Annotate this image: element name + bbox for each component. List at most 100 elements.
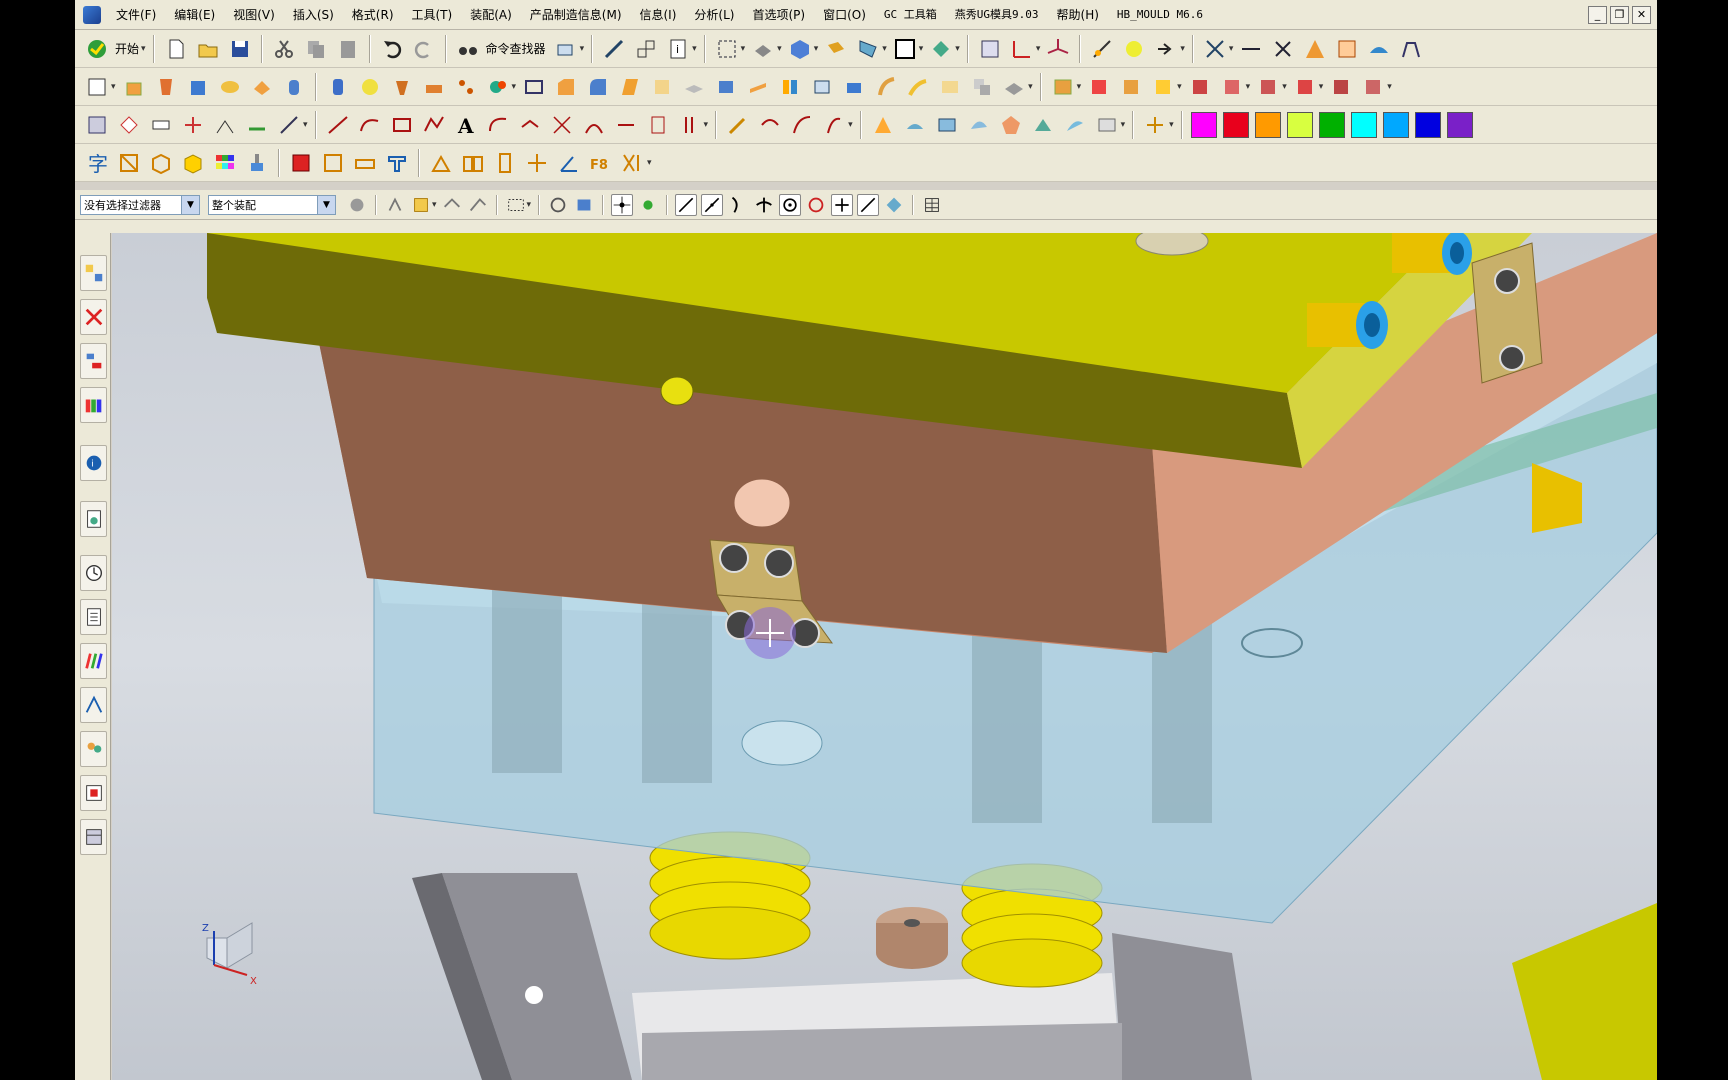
- start-button[interactable]: 开始: [115, 40, 139, 57]
- selection-scope-select[interactable]: 整个装配 ▼: [208, 194, 336, 215]
- boss-icon[interactable]: [248, 73, 276, 101]
- snap-control-point-icon[interactable]: [727, 194, 749, 216]
- selection-face-icon[interactable]: [384, 194, 406, 216]
- grid-color-icon[interactable]: [211, 149, 239, 177]
- cube-view-icon[interactable]: [552, 35, 580, 63]
- mold-base-icon[interactable]: [287, 149, 315, 177]
- block-icon[interactable]: [184, 73, 212, 101]
- linked-body-icon[interactable]: [968, 73, 996, 101]
- pattern-icon[interactable]: [452, 73, 480, 101]
- surface-icon[interactable]: [1365, 35, 1393, 63]
- color-swatch-blue[interactable]: [1414, 111, 1441, 138]
- cylinder-solid-icon[interactable]: [324, 73, 352, 101]
- minimize-button[interactable]: _: [1588, 6, 1607, 24]
- text-glyph-icon[interactable]: 字: [83, 149, 111, 177]
- pad-icon[interactable]: [420, 73, 448, 101]
- selection-body-icon[interactable]: [410, 194, 432, 216]
- start-icon[interactable]: [83, 35, 111, 63]
- menu-edit[interactable]: 编辑(E): [165, 0, 224, 30]
- polyline-icon[interactable]: [420, 111, 448, 139]
- color-swatch-red[interactable]: [1222, 111, 1249, 138]
- pocket-icon[interactable]: [388, 73, 416, 101]
- rectangle-select-icon[interactable]: [505, 194, 527, 216]
- point-icon[interactable]: [1201, 35, 1229, 63]
- snap-end-point-icon[interactable]: [675, 193, 698, 216]
- dimension-icon[interactable]: [1237, 35, 1265, 63]
- layer-icon[interactable]: [976, 35, 1004, 63]
- hole-icon[interactable]: [216, 73, 244, 101]
- studio-surface-icon[interactable]: [1029, 111, 1057, 139]
- analysis-icon[interactable]: [1120, 35, 1148, 63]
- ruled-surface-icon[interactable]: [869, 111, 897, 139]
- color-swatch-purple[interactable]: [1446, 111, 1473, 138]
- arc-icon[interactable]: [356, 111, 384, 139]
- line-icon[interactable]: [324, 111, 352, 139]
- part-navigator-tab[interactable]: [80, 343, 107, 379]
- snap-icon[interactable]: [600, 35, 628, 63]
- mold-tool-1-icon[interactable]: [1049, 73, 1077, 101]
- section-view-icon[interactable]: [854, 35, 882, 63]
- measure-icon[interactable]: [1088, 35, 1116, 63]
- menu-format[interactable]: 格式(R): [343, 0, 403, 30]
- swept-icon[interactable]: [965, 111, 993, 139]
- extract-curve-icon[interactable]: [644, 111, 672, 139]
- slab-icon[interactable]: [351, 149, 379, 177]
- revolve-icon[interactable]: [152, 73, 180, 101]
- color-swatch-cyan[interactable]: [1350, 111, 1377, 138]
- double-box-icon[interactable]: [459, 149, 487, 177]
- info-object-icon[interactable]: i: [664, 35, 692, 63]
- system-materials-tab[interactable]: [80, 599, 107, 635]
- save-icon[interactable]: [226, 35, 254, 63]
- bridge-curve-icon[interactable]: [580, 111, 608, 139]
- fit-view-icon[interactable]: [713, 35, 741, 63]
- constraint-navigator-tab[interactable]: [80, 299, 107, 335]
- rectangle-icon[interactable]: [388, 111, 416, 139]
- offset-curve-icon[interactable]: [484, 111, 512, 139]
- frame-icon[interactable]: [1397, 35, 1425, 63]
- curve-on-face-icon[interactable]: [1141, 111, 1169, 139]
- mold-tool-2-icon[interactable]: [1085, 73, 1113, 101]
- x-bars-icon[interactable]: [619, 149, 647, 177]
- through-mesh-icon[interactable]: [933, 111, 961, 139]
- wireframe-select-icon[interactable]: [547, 194, 569, 216]
- sphere-icon[interactable]: [356, 73, 384, 101]
- type-filter-select[interactable]: 没有选择过滤器 ▼: [80, 194, 200, 215]
- history-tab[interactable]: [80, 501, 107, 537]
- cylinder-icon[interactable]: [280, 73, 308, 101]
- open-folder-icon[interactable]: [194, 35, 222, 63]
- annotation-icon[interactable]: [147, 111, 175, 139]
- through-curves-icon[interactable]: [901, 111, 929, 139]
- filter-reset-icon[interactable]: [346, 194, 368, 216]
- menu-help[interactable]: 帮助(H): [1048, 0, 1108, 30]
- graphics-viewport[interactable]: Z X: [112, 233, 1657, 1080]
- csys-icon[interactable]: [1044, 35, 1072, 63]
- ejector-icon[interactable]: [427, 149, 455, 177]
- new-file-icon[interactable]: [162, 35, 190, 63]
- brush-icon[interactable]: [243, 149, 271, 177]
- wcs-icon[interactable]: [1008, 35, 1036, 63]
- menu-tools[interactable]: 工具(T): [403, 0, 462, 30]
- snap-existing-point-icon[interactable]: [831, 193, 854, 216]
- box-x-icon[interactable]: [115, 149, 143, 177]
- process-studio-tab[interactable]: [80, 687, 107, 723]
- draft-icon[interactable]: [1301, 35, 1329, 63]
- stretch-curve-icon[interactable]: [820, 111, 848, 139]
- selection-feature-icon[interactable]: [441, 194, 463, 216]
- trim-curve-icon[interactable]: [676, 111, 704, 139]
- transform-icon[interactable]: [632, 35, 660, 63]
- menu-preferences[interactable]: 首选项(P): [743, 0, 814, 30]
- snap-point-on-curve-icon[interactable]: [857, 193, 880, 216]
- mold-tool-8-icon[interactable]: [1291, 73, 1319, 101]
- snap-intersection-icon[interactable]: [753, 194, 775, 216]
- menu-view[interactable]: 视图(V): [224, 0, 284, 30]
- snap-point-on-face-icon[interactable]: [883, 194, 905, 216]
- chamfer-icon[interactable]: [552, 73, 580, 101]
- shaded-cube-icon[interactable]: [786, 35, 814, 63]
- shell-icon[interactable]: [520, 73, 548, 101]
- orient-view-icon[interactable]: [749, 35, 777, 63]
- box-yellow-icon[interactable]: [179, 149, 207, 177]
- offset-face-icon[interactable]: [648, 73, 676, 101]
- menu-file[interactable]: 文件(F): [107, 0, 165, 30]
- menu-analysis[interactable]: 分析(L): [685, 0, 743, 30]
- n-sided-icon[interactable]: [997, 111, 1025, 139]
